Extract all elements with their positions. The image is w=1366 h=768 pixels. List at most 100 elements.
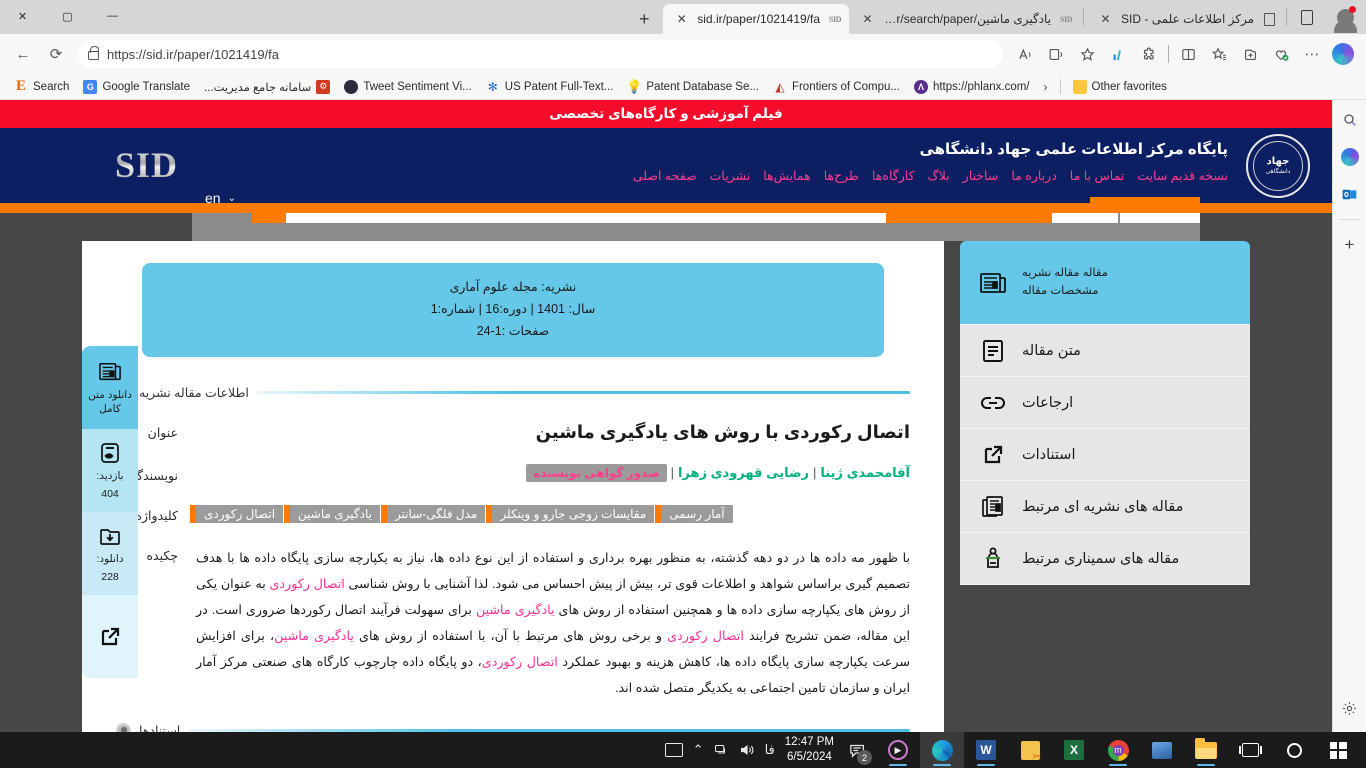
favorite-star-icon[interactable] — [1072, 39, 1102, 69]
abstract-highlight-term[interactable]: اتصال رکوردی — [482, 655, 558, 669]
tab-close-button[interactable]: ✕ — [1097, 11, 1114, 28]
taskbar-chrome[interactable] — [1096, 732, 1140, 768]
section-header: استنادها — [116, 722, 910, 732]
refresh-icon[interactable]: ⟳ — [41, 39, 71, 69]
article-sidebar-menu: مقاله مقاله نشریه مشخصات مقاله متن مقاله… — [960, 241, 1250, 585]
taskbar-excel[interactable]: X — [1052, 732, 1096, 768]
sidebar-item-related-journal-articles[interactable]: مقاله های نشریه ای مرتبط — [960, 481, 1250, 533]
browser-tab-1[interactable]: مرکز اطلاعات علمی - SID ✕ — [1087, 4, 1283, 34]
tab-close-button[interactable]: ✕ — [673, 11, 690, 28]
copilot-icon[interactable] — [1328, 39, 1358, 69]
language-indicator[interactable]: فا — [765, 742, 775, 758]
abstract-highlight-term[interactable]: اتصال رکوردی — [667, 629, 744, 643]
keyword-tag[interactable]: آمار رسمی — [655, 504, 733, 523]
favorite-item[interactable]: E Search — [8, 78, 75, 96]
search-icon[interactable] — [1338, 108, 1362, 132]
read-aloud-icon[interactable] — [1010, 39, 1040, 69]
collections-star-icon[interactable] — [1204, 39, 1234, 69]
nav-item-old-site[interactable]: نسخه قدیم سایت — [1137, 168, 1228, 183]
start-button[interactable] — [1316, 732, 1360, 768]
keyword-tag[interactable]: مدل فلگی-سانتر — [380, 504, 486, 523]
nav-item-contact[interactable]: تماس با ما — [1070, 168, 1125, 183]
browser-tab-2[interactable]: SID یادگیری ماشین/sid.ir/search/paper ✕ — [849, 4, 1081, 34]
clock[interactable]: 12:47 PM 6/5/2024 — [785, 735, 834, 765]
favorite-item[interactable]: ◭ Frontiers of Compu... — [767, 78, 906, 96]
browser-essentials-icon[interactable] — [1266, 39, 1296, 69]
abstract-highlight-term[interactable]: یادگیری ماشین — [476, 603, 555, 617]
address-input[interactable]: https://sid.ir/paper/1021419/fa — [78, 40, 1003, 68]
nav-item-blog[interactable]: بلاگ — [928, 168, 950, 183]
tab-strip: مرکز اطلاعات علمی - SID ✕ SID یادگیری ما… — [0, 0, 1366, 34]
nav-item-workshops[interactable]: کارگاه‌ها — [872, 168, 915, 183]
sidebar-item-references[interactable]: ارجاعات — [960, 377, 1250, 429]
author-link-2[interactable]: رضایی قهرودی زهرا — [678, 465, 809, 480]
search-button[interactable] — [1272, 732, 1316, 768]
copilot-icon[interactable] — [1338, 145, 1362, 169]
close-window-button[interactable]: ✕ — [0, 0, 45, 32]
external-link-icon — [978, 440, 1008, 470]
keyword-tag[interactable]: اتصال رکوردی — [189, 504, 284, 523]
keyword-tag[interactable]: یادگیری ماشین — [284, 504, 380, 523]
nav-item-about[interactable]: درباره ما — [1011, 168, 1056, 183]
new-tab-button[interactable]: + — [629, 4, 659, 34]
add-collection-icon[interactable] — [1235, 39, 1265, 69]
taskbar-edge[interactable] — [920, 732, 964, 768]
taskbar-remote-desktop[interactable] — [1140, 732, 1184, 768]
sidebar-item-article-specs[interactable]: مقاله مقاله نشریه مشخصات مقاله — [960, 241, 1250, 325]
favorite-item[interactable]: Tweet Sentiment Vi... — [338, 78, 477, 96]
taskbar-file-explorer[interactable] — [1184, 732, 1228, 768]
other-favorites-button[interactable]: Other favorites — [1067, 78, 1173, 96]
extensions-icon[interactable] — [1134, 39, 1164, 69]
sid-logo[interactable]: SID — [115, 144, 178, 186]
outlook-icon[interactable] — [1338, 182, 1362, 206]
download-fulltext-button[interactable]: دانلود متن کامل — [82, 346, 138, 429]
nav-item-projects[interactable]: طرح‌ها — [824, 168, 859, 183]
browser-tab-3[interactable]: SID sid.ir/paper/1021419/fa ✕ — [663, 4, 850, 34]
author-link-1[interactable]: آقامحمدی ژینا — [820, 465, 910, 480]
favorite-item[interactable]: Λ https://phlanx.com/ — [908, 78, 1036, 96]
volume-icon[interactable] — [739, 743, 755, 757]
network-icon[interactable] — [714, 743, 729, 757]
news-weather-icon[interactable] — [664, 743, 683, 757]
taskbar-word[interactable]: W — [964, 732, 1008, 768]
maximize-button[interactable]: ▢ — [45, 0, 90, 32]
sidebar-item-article-text[interactable]: متن مقاله — [960, 325, 1250, 377]
favorite-item[interactable]: 💡 Patent Database Se... — [621, 78, 765, 96]
task-view-button[interactable] — [1228, 732, 1272, 768]
add-icon[interactable]: + — [1338, 233, 1362, 257]
settings-gear-icon[interactable] — [1338, 696, 1362, 720]
notification-center-button[interactable]: 2 — [844, 737, 872, 765]
sidebar-item-citations[interactable]: استنادات — [960, 429, 1250, 481]
taskbar-media-player[interactable]: ▶ — [876, 732, 920, 768]
favorite-label: Patent Database Se... — [646, 80, 759, 93]
section-title: استنادها — [139, 723, 181, 732]
analytics-icon[interactable] — [1103, 39, 1133, 69]
minimize-button[interactable]: — — [90, 0, 135, 32]
chevron-down-icon: ⌄ — [227, 192, 236, 204]
author-certificate-button[interactable]: صدور گواهی نویسنده — [526, 463, 667, 482]
taskbar-snipping-tool[interactable] — [1008, 732, 1052, 768]
nav-item-structure[interactable]: ساختار — [963, 168, 999, 183]
abstract-highlight-term[interactable]: اتصال رکوردی — [269, 577, 344, 591]
split-screen-icon[interactable] — [1173, 39, 1203, 69]
back-icon[interactable]: ← — [8, 39, 38, 69]
more-options-icon[interactable]: ⋯ — [1297, 39, 1327, 69]
favorite-item[interactable]: ✻ US Patent Full-Text... — [480, 78, 620, 96]
keyword-tag[interactable]: مقایسات زوجی جارو و وینکلر — [486, 504, 655, 523]
favorites-overflow-icon[interactable]: › — [1038, 80, 1054, 94]
profile-button[interactable] — [1324, 0, 1366, 34]
promo-banner[interactable]: فیلم آموزشی و کارگاه‌های تخصصی — [0, 100, 1332, 128]
nav-item-journals[interactable]: نشریات — [710, 168, 751, 183]
sidebar-item-related-seminar-articles[interactable]: مقاله های سمیناری مرتبط — [960, 533, 1250, 585]
tray-overflow-icon[interactable]: ⌃ — [693, 742, 704, 758]
article-card: نشریه: مجله علوم آماری سال: 1401 | دوره:… — [82, 241, 944, 732]
tab-close-button[interactable]: ✕ — [859, 11, 876, 28]
nav-item-home[interactable]: صفحه اصلی — [633, 168, 697, 183]
favorite-item[interactable]: ⚙ سامانه جامع مدیریت... — [198, 78, 336, 96]
tab-overview-button[interactable] — [1290, 0, 1324, 34]
nav-item-conferences[interactable]: همایش‌ها — [763, 168, 810, 183]
favorite-item[interactable]: G Google Translate — [77, 78, 196, 96]
immersive-reader-icon[interactable] — [1041, 39, 1071, 69]
abstract-highlight-term[interactable]: یادگیری ماشین — [274, 629, 354, 643]
share-button[interactable] — [82, 595, 138, 678]
